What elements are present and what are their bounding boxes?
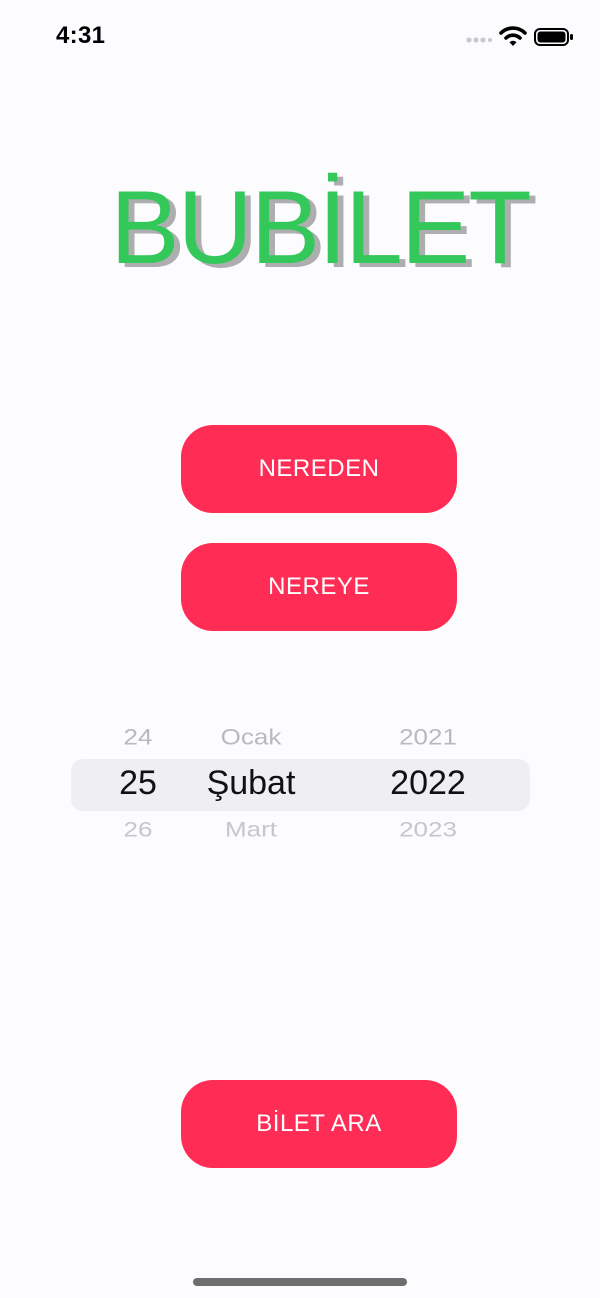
picker-day-next[interactable]: 26: [98, 817, 178, 836]
picker-month-column[interactable]: Ocak Şubat Mart: [191, 708, 311, 848]
date-picker[interactable]: 24 25 26 Ocak Şubat Mart 2021 2022 2023: [0, 708, 600, 848]
search-ticket-button[interactable]: BİLET ARA: [181, 1080, 457, 1168]
picker-year-column[interactable]: 2021 2022 2023: [370, 708, 486, 848]
picker-month-prev[interactable]: Ocak: [191, 724, 311, 750]
picker-year-selected[interactable]: 2022: [370, 764, 486, 803]
from-button[interactable]: NEREDEN: [181, 425, 457, 513]
picker-year-next[interactable]: 2023: [370, 817, 486, 836]
battery-icon: [534, 28, 573, 46]
home-indicator[interactable]: [193, 1278, 407, 1286]
app-title: BUBİLET: [110, 170, 531, 286]
wifi-icon: [499, 26, 527, 46]
picker-year-prev[interactable]: 2021: [370, 724, 486, 750]
picker-day-selected[interactable]: 25: [98, 764, 178, 803]
to-button[interactable]: NEREYE: [181, 543, 457, 631]
status-time: 4:31: [56, 22, 106, 49]
picker-month-selected[interactable]: Şubat: [191, 764, 311, 803]
status-bar: 4:31: [0, 0, 600, 80]
picker-month-next[interactable]: Mart: [191, 817, 311, 836]
picker-day-prev[interactable]: 24: [98, 724, 178, 750]
cellular-signal-icon: [466, 37, 492, 43]
picker-day-column[interactable]: 24 25 26: [98, 708, 178, 848]
